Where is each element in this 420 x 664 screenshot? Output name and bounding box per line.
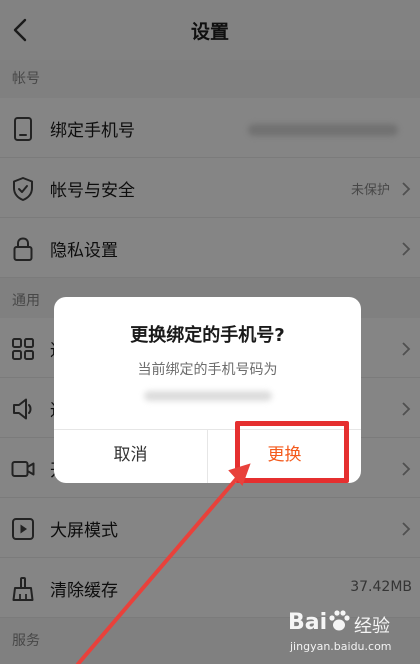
watermark-url: jingyan.baidu.com [290, 640, 392, 653]
annotation-arrow [76, 463, 251, 664]
baidu-jingyan-watermark: Bai 经验 jingyan.baidu.com [288, 606, 406, 656]
watermark-logo: Bai [288, 610, 328, 635]
watermark-text: 经验 [354, 616, 390, 637]
paw-icon [329, 610, 350, 631]
